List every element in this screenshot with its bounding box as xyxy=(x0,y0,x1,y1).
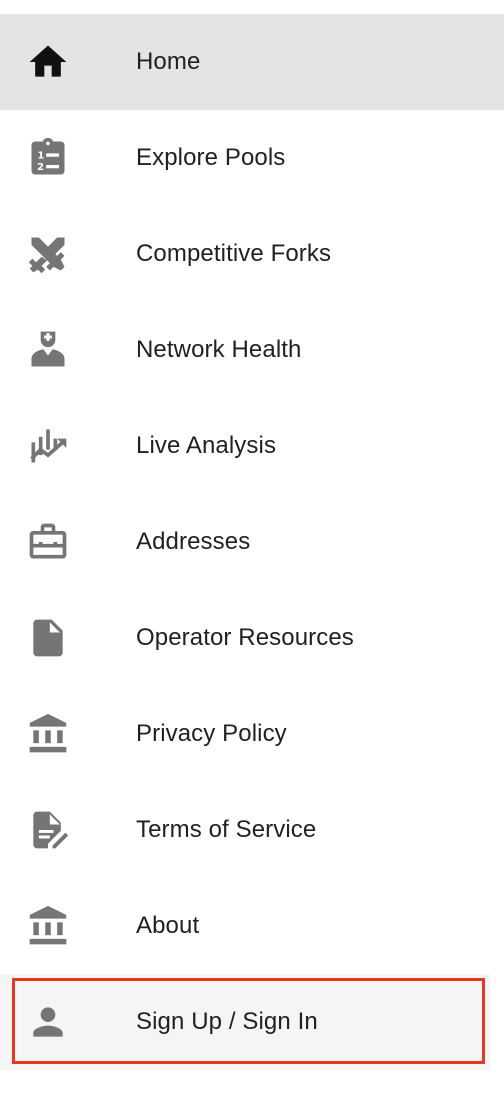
nav-item-label: Live Analysis xyxy=(136,432,277,459)
nav-item-label: Home xyxy=(136,48,201,75)
document-icon xyxy=(24,614,72,662)
signin-container: Sign Up / Sign In xyxy=(0,974,490,1070)
svg-text:1: 1 xyxy=(37,150,44,161)
crossed-swords-icon xyxy=(24,230,72,278)
nav-item-label: Operator Resources xyxy=(136,624,354,651)
doctor-icon xyxy=(24,326,72,374)
nav-item-home[interactable]: Home xyxy=(0,14,504,110)
nav-item-competitive-forks[interactable]: Competitive Forks xyxy=(0,206,504,302)
bank-icon xyxy=(24,902,72,950)
nav-item-live-analysis[interactable]: Live Analysis xyxy=(0,398,504,494)
nav-item-network-health[interactable]: Network Health xyxy=(0,302,504,398)
nav-item-addresses[interactable]: Addresses xyxy=(0,494,504,590)
nav-item-label: About xyxy=(136,912,200,939)
nav-item-terms-of-service[interactable]: Terms of Service xyxy=(0,782,504,878)
nav-item-label: Terms of Service xyxy=(136,816,317,843)
nav-item-label: Privacy Policy xyxy=(136,720,287,747)
clipboard-list-icon: 1 2 xyxy=(24,134,72,182)
svg-text:2: 2 xyxy=(37,162,44,173)
navigation-drawer: Home 1 2 Explore Pools Competitive Forks… xyxy=(0,0,504,1108)
chart-trend-icon xyxy=(24,422,72,470)
document-edit-icon xyxy=(24,806,72,854)
nav-item-privacy-policy[interactable]: Privacy Policy xyxy=(0,686,504,782)
briefcase-icon xyxy=(24,518,72,566)
person-icon xyxy=(24,998,72,1046)
nav-item-label: Competitive Forks xyxy=(136,240,332,267)
bank-icon xyxy=(24,710,72,758)
nav-item-label: Sign Up / Sign In xyxy=(136,1008,318,1035)
nav-list: Home 1 2 Explore Pools Competitive Forks… xyxy=(0,14,504,974)
drawer-top-spacer xyxy=(0,0,504,14)
nav-item-about[interactable]: About xyxy=(0,878,504,974)
nav-item-sign-in[interactable]: Sign Up / Sign In xyxy=(0,974,490,1070)
nav-item-explore-pools[interactable]: 1 2 Explore Pools xyxy=(0,110,504,206)
nav-item-label: Addresses xyxy=(136,528,251,555)
nav-item-label: Explore Pools xyxy=(136,144,286,171)
nav-item-operator-resources[interactable]: Operator Resources xyxy=(0,590,504,686)
home-icon xyxy=(24,38,72,86)
nav-item-label: Network Health xyxy=(136,336,302,363)
